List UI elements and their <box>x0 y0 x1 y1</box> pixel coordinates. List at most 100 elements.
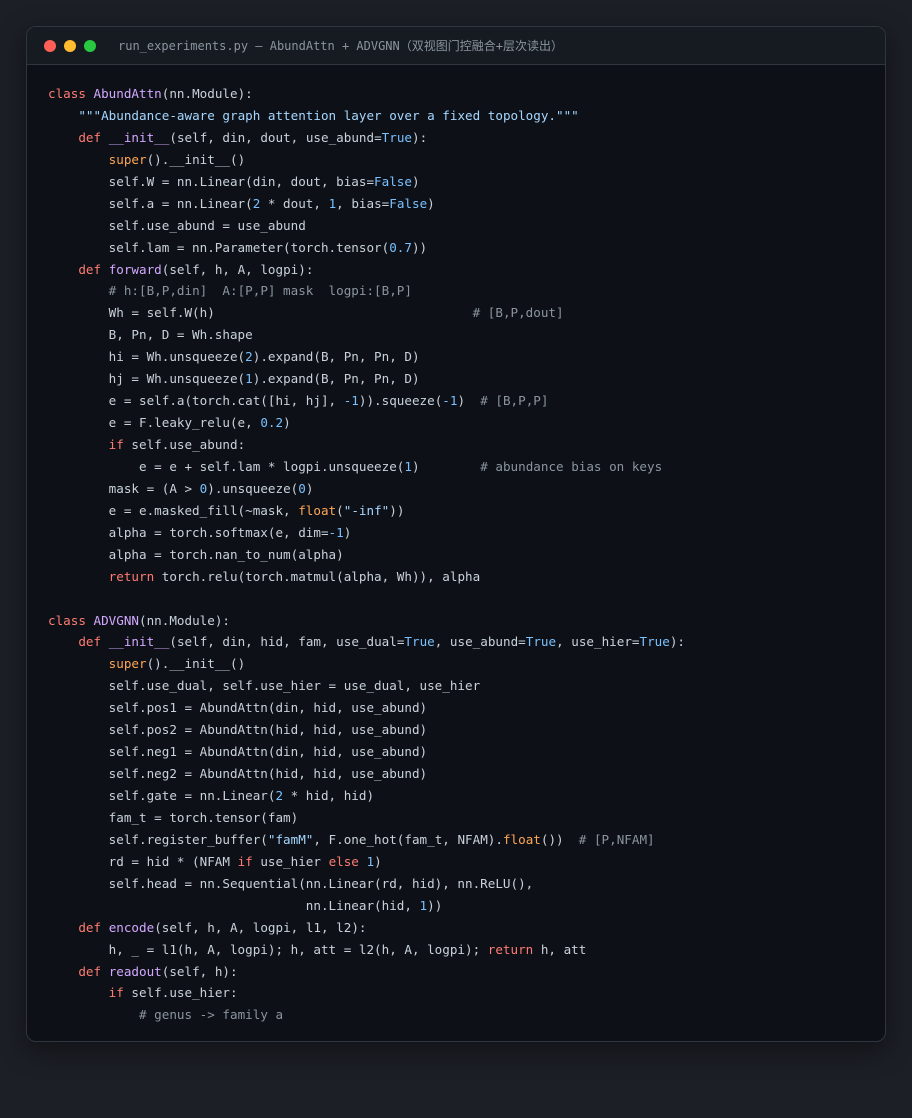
code-token: True <box>404 634 435 650</box>
code-token: class <box>48 86 94 101</box>
code-token: readout <box>108 963 162 979</box>
code-line: super().__init__() <box>48 149 885 171</box>
code-line: def encode(self, h, A, logpi, l1, l2): <box>48 917 885 939</box>
code-token: (nn.Module): <box>161 86 253 101</box>
code-editor[interactable]: class AbundAttn(nn.Module): """Abundance… <box>27 65 885 1026</box>
code-token: (nn.Module): <box>139 612 230 628</box>
code-line: if self.use_abund: <box>48 434 885 456</box>
code-token: __init__ <box>108 129 170 145</box>
code-token: alpha = torch.softmax(e, dim= <box>48 524 329 540</box>
code-token: ().__init__() <box>146 151 246 167</box>
code-line: hj = Wh.unsqueeze(1).expand(B, Pn, Pn, D… <box>48 368 885 390</box>
code-token: # h:[B,P,din] A:[P,P] mask logpi:[B,P] <box>108 283 412 299</box>
code-token: ()) <box>540 831 579 847</box>
code-token: ) <box>457 393 481 409</box>
code-token: self.W = nn.Linear(din, dout, bias= <box>48 173 375 189</box>
code-token: # [B,P,P] <box>480 393 549 409</box>
code-token: ).unsqueeze( <box>207 480 299 496</box>
code-token: )) <box>389 502 405 518</box>
code-token: hj = Wh.unsqueeze( <box>48 371 246 387</box>
code-token: False <box>389 195 428 211</box>
code-token: fam_t = torch.tensor(fam) <box>48 809 299 825</box>
code-token: self.use_abund = use_abund <box>48 217 306 233</box>
code-token: True <box>639 634 670 650</box>
code-token: ).expand(B, Pn, Pn, D) <box>252 371 420 387</box>
code-line: e = self.a(torch.cat([hi, hj], -1)).sque… <box>48 390 885 412</box>
code-token: def <box>78 129 109 145</box>
code-token: 2 <box>275 788 284 803</box>
code-line: hi = Wh.unsqueeze(2).expand(B, Pn, Pn, D… <box>48 346 885 368</box>
code-token: "famM" <box>267 831 314 847</box>
code-token: self.pos2 = AbundAttn(hid, hid, use_abun… <box>48 722 428 738</box>
code-line: class AbundAttn(nn.Module): <box>48 83 885 105</box>
code-token: -1 <box>328 524 344 540</box>
code-line: nn.Linear(hid, 1)) <box>48 895 885 917</box>
code-line: def readout(self, h): <box>48 961 885 983</box>
code-token: self.gate = nn.Linear( <box>48 788 276 803</box>
code-line: # h:[B,P,din] A:[P,P] mask logpi:[B,P] <box>48 280 885 302</box>
code-line: return torch.relu(torch.matmul(alpha, Wh… <box>48 566 885 588</box>
code-token: self.a = nn.Linear( <box>48 195 253 211</box>
code-token: alpha = torch.nan_to_num(alpha) <box>48 546 344 562</box>
minimize-window-icon[interactable] <box>64 39 76 52</box>
code-token: * dout, <box>260 195 329 211</box>
code-token: )) <box>411 239 428 255</box>
code-token: )).squeeze( <box>358 393 443 409</box>
code-line: self.use_abund = use_abund <box>48 215 885 237</box>
code-line: B, Pn, D = Wh.shape <box>48 324 885 346</box>
code-token: hi = Wh.unsqueeze( <box>48 349 246 365</box>
code-token: torch.relu(torch.matmul(alpha, Wh)), alp… <box>161 568 481 584</box>
code-token: 1 <box>419 897 428 913</box>
code-token: ) <box>374 853 382 869</box>
code-token: ( <box>336 502 344 518</box>
code-token: e = self.a(torch.cat([hi, hj], <box>48 393 344 409</box>
close-window-icon[interactable] <box>44 39 56 52</box>
code-token: # abundance bias on keys <box>480 458 663 474</box>
code-token: return <box>108 568 162 584</box>
code-token: def <box>78 919 109 935</box>
code-token: AbundAttn <box>93 86 162 101</box>
title-bar: run_experiments.py — AbundAttn + ADVGNN（… <box>27 27 885 65</box>
code-line: self.register_buffer("famM", F.one_hot(f… <box>48 829 885 851</box>
code-token: 1 <box>245 371 253 387</box>
code-token: # [B,P,dout] <box>472 305 564 321</box>
code-token: ().__init__() <box>146 656 246 672</box>
code-token: else <box>328 853 367 869</box>
code-token: , use_hier= <box>556 634 640 650</box>
code-token: Wh = self.W(h) <box>48 305 473 321</box>
code-token: , use_abund= <box>434 634 526 650</box>
code-token: )) <box>427 897 443 913</box>
code-line: """Abundance-aware graph attention layer… <box>48 105 885 127</box>
code-token: self.use_hier: <box>131 985 238 1001</box>
code-token: (self, din, hid, fam, use_dual= <box>169 634 405 650</box>
code-token: ADVGNN <box>93 612 140 628</box>
maximize-window-icon[interactable] <box>84 39 96 52</box>
code-line: super().__init__() <box>48 653 885 675</box>
code-token: ) <box>411 458 481 474</box>
code-token: self.neg1 = AbundAttn(din, hid, use_abun… <box>48 744 428 760</box>
code-line: h, _ = l1(h, A, logpi); h, att = l2(h, A… <box>48 939 885 961</box>
code-token: def <box>78 261 109 277</box>
code-line: self.lam = nn.Parameter(torch.tensor(0.7… <box>48 237 885 259</box>
code-token: self.use_abund: <box>131 437 246 452</box>
code-token: self.neg2 = AbundAttn(hid, hid, use_abun… <box>48 766 428 782</box>
code-line: self.a = nn.Linear(2 * dout, 1, bias=Fal… <box>48 193 885 215</box>
code-token: 0.2 <box>260 415 284 431</box>
code-token: e = F.leaky_relu(e, <box>48 415 261 431</box>
code-token: "-inf" <box>343 502 390 518</box>
code-token: 0 <box>298 480 306 496</box>
code-token: (self, din, dout, use_abund= <box>169 129 382 145</box>
code-line: def forward(self, h, A, logpi): <box>48 259 885 281</box>
code-token: h, att <box>540 941 587 957</box>
code-token: * hid, hid) <box>283 788 375 803</box>
code-line: e = F.leaky_relu(e, 0.2) <box>48 412 885 434</box>
